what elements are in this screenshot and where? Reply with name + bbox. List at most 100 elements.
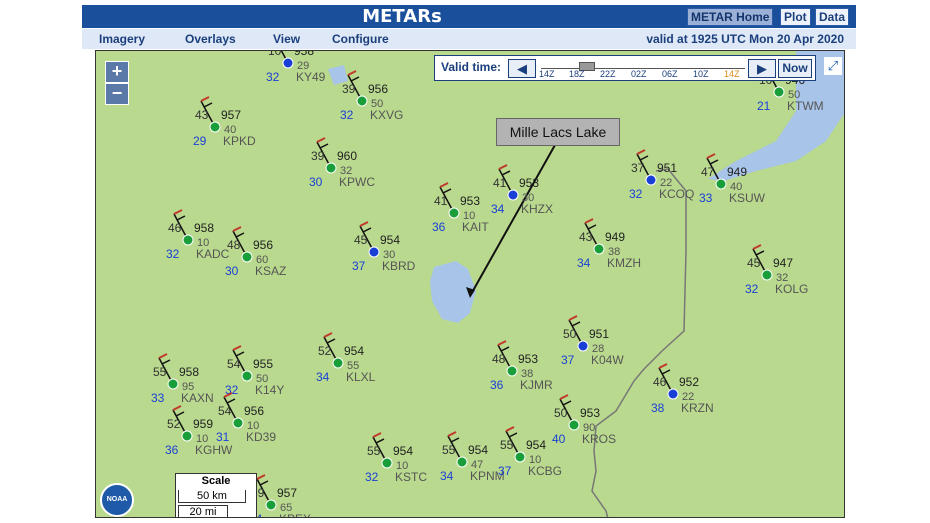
wind-barb-flag (200, 96, 210, 102)
station-plot[interactable]: 45 9543037 KBRD (352, 221, 416, 273)
map-view[interactable]: 10 958 29 32 KY49 39 956 50 32 KXVG 43 957 40 29 KPKD 3… (95, 50, 845, 518)
station-id: KHZX (521, 202, 553, 216)
station-plot[interactable]: 48 9533836 KJMR (490, 340, 553, 392)
wind-barb-flag (323, 332, 333, 338)
station-plot[interactable]: 55 9589533 KAXN (151, 353, 214, 405)
station-temperature: 55 (442, 443, 456, 457)
station-plot[interactable]: 41 9531036 KAIT (432, 182, 489, 234)
station-id: KPEX (279, 512, 311, 518)
station-plot[interactable]: 39 9603230 KPWC (309, 137, 375, 189)
station-id: KBRD (382, 259, 416, 273)
sky-cover-marker (456, 456, 468, 468)
step-back-button[interactable]: ◀ (508, 59, 536, 78)
step-forward-button[interactable]: ▶ (748, 59, 776, 78)
plot-button[interactable]: Plot (780, 8, 811, 26)
sky-cover-marker (506, 365, 518, 377)
metar-home-button[interactable]: METAR Home (687, 8, 774, 26)
station-layer: 10 9582932 KY4939 9565032 KXVG43 9574029 KPKD3… (151, 51, 824, 518)
sky-cover-marker (593, 243, 605, 255)
station-id: KAIT (462, 220, 489, 234)
station-id: KADC (196, 247, 230, 261)
station-plot[interactable]: 48 9566030 KSAZ (225, 226, 286, 278)
station-id: KOLG (775, 282, 808, 296)
station-pressure: 958 (179, 365, 199, 379)
wind-barb-flag (359, 221, 369, 227)
station-plot[interactable]: 46 9581032 KADC (166, 209, 230, 261)
station-temperature: 43 (195, 108, 209, 122)
wind-barb-flag (587, 224, 597, 230)
station-dewpoint: 21 (757, 99, 771, 113)
wind-barb-flag (505, 426, 515, 432)
station-plot[interactable]: 37 9512232 KCOQ (629, 149, 694, 201)
sky-cover-marker (381, 457, 393, 469)
station-plot[interactable]: 43 9493834 KMZH (577, 218, 641, 270)
station-dewpoint: 30 (225, 264, 239, 278)
menu-view[interactable]: View (273, 29, 300, 49)
wind-barb-flag (752, 244, 762, 250)
station-temperature: 46 (653, 375, 667, 389)
zoom-out-button[interactable]: − (105, 83, 129, 105)
sky-cover-marker (667, 388, 679, 400)
station-dewpoint: 37 (352, 259, 366, 273)
scale-title: Scale (201, 475, 231, 487)
station-pressure: 951 (589, 327, 609, 341)
station-dewpoint: 32 (266, 70, 280, 84)
station-plot[interactable]: 43 9574029 KPKD (193, 96, 256, 148)
sky-cover-marker (773, 86, 785, 98)
station-plot[interactable]: 10 9582932 KY49 (266, 51, 326, 84)
station-temperature: 41 (493, 176, 507, 190)
sky-cover-marker (241, 251, 253, 263)
station-plot[interactable]: 50 9539040 KROS (552, 394, 616, 446)
menu-imagery[interactable]: Imagery (99, 29, 145, 49)
station-plot[interactable]: 55 9541032 KSTC (365, 432, 427, 484)
station-id: KSTC (395, 470, 427, 484)
station-pressure: 958 (294, 51, 314, 58)
station-dewpoint: 30 (309, 175, 323, 189)
wind-barb-flag (347, 70, 357, 76)
wind-barb-flag (706, 153, 716, 159)
data-button[interactable]: Data (815, 8, 850, 26)
station-plot[interactable]: 599576534KPEX (249, 474, 311, 518)
station-plot[interactable]: 54 9561031 KD39 (216, 392, 276, 444)
station-pressure: 947 (773, 256, 793, 270)
menu-overlays[interactable]: Overlays (185, 29, 236, 49)
sky-cover-marker (514, 451, 526, 463)
noaa-logo[interactable]: NOAA (100, 483, 134, 517)
station-plot[interactable]: 54 9555032 K14Y (225, 345, 284, 397)
wind-barb-flag (447, 431, 457, 437)
station-id: KRZN (681, 401, 714, 415)
station-temperature: 48 (227, 238, 241, 252)
station-dewpoint: 36 (165, 443, 179, 457)
station-plot[interactable]: 46 9522238 KRZN (651, 363, 714, 415)
sky-cover-marker (181, 430, 193, 442)
sky-cover-marker (282, 57, 294, 69)
wind-barb-flag (175, 411, 185, 417)
station-pressure: 953 (518, 352, 538, 366)
station-plot[interactable]: 50 9512837 K04W (561, 315, 624, 367)
station-id: KSUW (729, 191, 766, 205)
station-plot[interactable]: 52 9545534 KLXL (316, 332, 376, 384)
time-slider[interactable] (541, 60, 745, 71)
zoom-in-button[interactable]: + (105, 61, 129, 83)
station-id: KY49 (296, 70, 326, 84)
fullscreen-icon[interactable]: ⤢ (824, 57, 842, 75)
menu-configure[interactable]: Configure (332, 29, 389, 49)
station-plot[interactable]: 45 9473232 KOLG (745, 244, 808, 296)
station-id: K04W (591, 353, 624, 367)
station-plot[interactable]: 55 9544734 KPNM (440, 431, 505, 483)
station-plot[interactable]: 41 9533034 KHZX (491, 164, 553, 216)
map-canvas: 10 9582932 KY4939 9565032 KXVG43 9574029 KPKD3… (151, 51, 844, 518)
scale-mi: 20 mi (178, 505, 228, 517)
wind-barb-flag (372, 432, 382, 438)
sky-cover-marker (568, 419, 580, 431)
station-pressure: 951 (657, 161, 677, 175)
station-dewpoint: 34 (491, 202, 505, 216)
wind-barb-flag (709, 159, 719, 165)
wind-barb-flag (316, 137, 326, 143)
now-button[interactable]: Now (778, 59, 812, 78)
sky-cover-marker (265, 499, 277, 511)
wind-barb-flag (442, 188, 452, 194)
station-plot[interactable]: 39 9565032 KXVG (340, 70, 403, 122)
wind-barb-flag (319, 143, 329, 149)
wind-barb-flag (439, 182, 449, 188)
